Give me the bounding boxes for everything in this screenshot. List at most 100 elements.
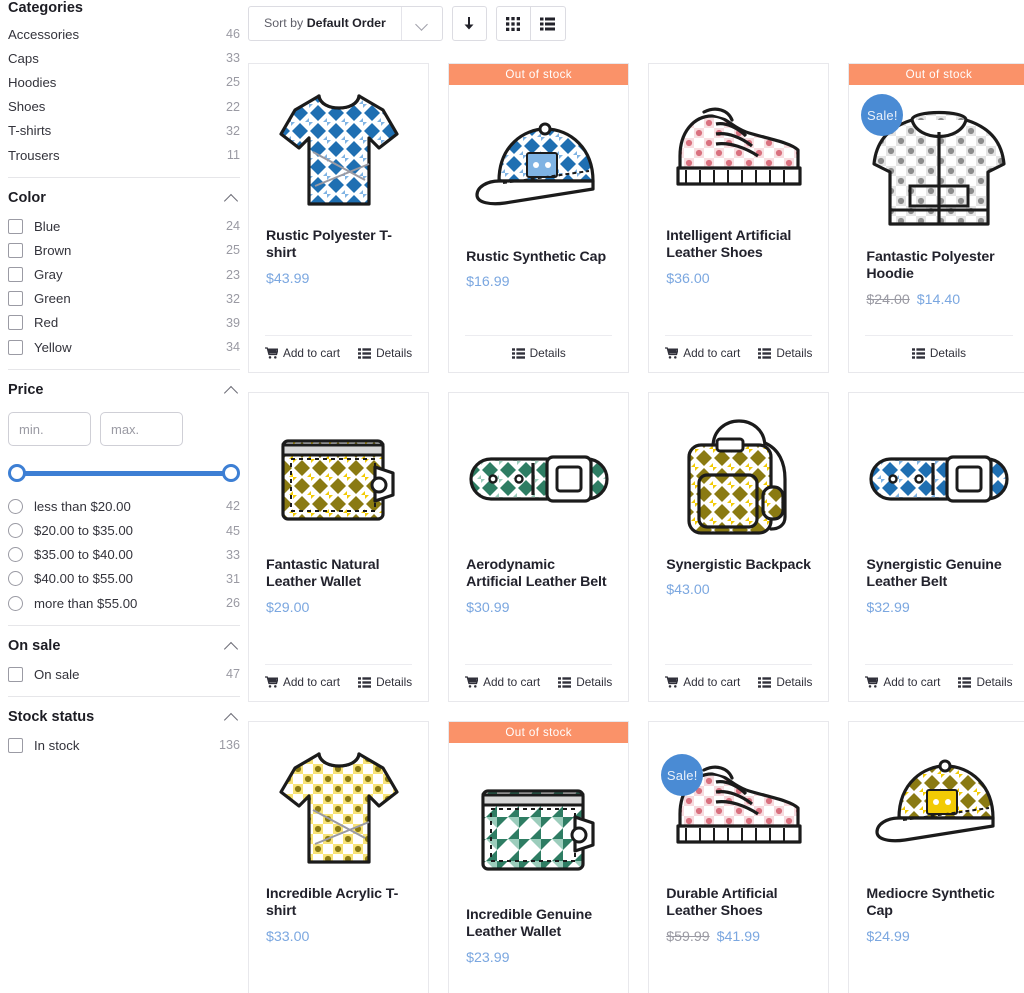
product-image[interactable] xyxy=(249,393,428,553)
sort-direction-button[interactable] xyxy=(451,6,487,41)
category-item-5[interactable]: Trousers 11 xyxy=(8,143,240,167)
checkbox-icon[interactable] xyxy=(8,315,23,331)
color-option-2[interactable]: Gray 23 xyxy=(8,263,240,287)
details-button[interactable]: Details xyxy=(358,675,412,689)
product-name[interactable]: Durable Artificial Leather Shoes xyxy=(666,886,811,921)
product-card[interactable]: Sale! Durable Artificial Leather Shoes $59… xyxy=(648,721,830,993)
price-range-1[interactable]: $20.00 to $35.00 45 xyxy=(8,518,240,542)
color-header[interactable]: Color xyxy=(8,190,240,208)
sort-label[interactable]: Sort by Default Order xyxy=(249,7,401,40)
grid-view-button[interactable] xyxy=(495,6,531,41)
checkbox-icon[interactable] xyxy=(8,291,23,307)
chevron-up-icon[interactable] xyxy=(224,638,240,654)
stock-option-0[interactable]: In stock 136 xyxy=(8,733,240,757)
color-option-4[interactable]: Red 39 xyxy=(8,311,240,335)
details-button[interactable]: Details xyxy=(511,346,566,360)
add-to-cart-button[interactable]: Add to cart xyxy=(265,346,340,360)
radio-icon[interactable] xyxy=(8,523,23,539)
product-card[interactable]: Mediocre Synthetic Cap$24.99Add to cartD… xyxy=(848,721,1024,993)
details-button[interactable]: Details xyxy=(958,675,1013,689)
details-button[interactable]: Details xyxy=(358,346,412,360)
product-name[interactable]: Rustic Polyester T-shirt xyxy=(266,228,411,263)
price-range-0[interactable]: less than $20.00 42 xyxy=(8,494,240,518)
product-name[interactable]: Intelligent Artificial Leather Shoes xyxy=(666,228,811,263)
product-image[interactable] xyxy=(249,722,428,882)
checkbox-icon[interactable] xyxy=(8,242,23,258)
chevron-up-icon[interactable] xyxy=(224,382,240,398)
product-name[interactable]: Fantastic Natural Leather Wallet xyxy=(266,557,411,592)
chevron-down-icon[interactable] xyxy=(400,7,442,40)
product-image[interactable] xyxy=(849,722,1024,882)
color-option-3[interactable]: Green 32 xyxy=(8,287,240,311)
chevron-up-icon[interactable] xyxy=(224,709,240,725)
category-item-1[interactable]: Caps 33 xyxy=(8,46,240,70)
add-to-cart-button[interactable]: Add to cart xyxy=(865,675,940,689)
product-card[interactable]: Incredible Acrylic T-shirt$33.00Add to c… xyxy=(248,721,430,993)
sort-select[interactable]: Sort by Default Order xyxy=(248,6,443,41)
slider-handle-max[interactable] xyxy=(222,464,240,483)
product-image[interactable] xyxy=(449,393,628,553)
product-card[interactable]: Synergistic Genuine Leather Belt $32.99 Ad… xyxy=(848,392,1024,702)
product-name[interactable]: Fantastic Polyester Hoodie xyxy=(866,249,1011,284)
product-name[interactable]: Aerodynamic Artificial Leather Belt xyxy=(466,557,611,592)
radio-icon[interactable] xyxy=(8,571,23,587)
category-item-2[interactable]: Hoodies 25 xyxy=(8,70,240,94)
details-button[interactable]: Details xyxy=(558,675,612,689)
add-to-cart-button[interactable]: Add to cart xyxy=(465,675,540,689)
radio-icon[interactable] xyxy=(8,498,23,514)
radio-icon[interactable] xyxy=(8,547,23,563)
product-name[interactable]: Synergistic Backpack xyxy=(666,557,811,574)
add-to-cart-button[interactable]: Add to cart xyxy=(665,346,740,360)
details-button[interactable]: Details xyxy=(758,675,812,689)
product-image[interactable] xyxy=(849,393,1024,553)
category-item-3[interactable]: Shoes 22 xyxy=(8,95,240,119)
on-sale-header[interactable]: On sale xyxy=(8,638,240,656)
product-card[interactable]: Rustic Polyester T-shirt $43.99 Add to car… xyxy=(248,63,430,373)
chevron-up-icon[interactable] xyxy=(224,190,240,206)
slider-handle-min[interactable] xyxy=(8,464,26,483)
category-item-0[interactable]: Accessories 46 xyxy=(8,22,240,46)
checkbox-icon[interactable] xyxy=(8,737,23,753)
color-option-0[interactable]: Blue 24 xyxy=(8,214,240,238)
product-image[interactable] xyxy=(649,393,828,553)
price-header[interactable]: Price xyxy=(8,382,240,400)
on-sale-option-0[interactable]: On sale 47 xyxy=(8,662,240,686)
product-image[interactable] xyxy=(449,743,628,903)
add-to-cart-button[interactable]: Add to cart xyxy=(265,675,340,689)
price-range-4[interactable]: more than $55.00 26 xyxy=(8,591,240,615)
product-image[interactable] xyxy=(449,85,628,245)
product-card[interactable]: Out of stock Incredible Genuine Leather W… xyxy=(448,721,630,993)
product-card[interactable]: Intelligent Artificial Leather Shoes $36.… xyxy=(648,63,830,373)
product-name[interactable]: Incredible Acrylic T-shirt xyxy=(266,886,411,921)
product-image[interactable] xyxy=(649,722,828,882)
product-image[interactable] xyxy=(249,64,428,224)
details-button[interactable]: Details xyxy=(911,346,966,360)
price-range-slider[interactable] xyxy=(8,460,240,488)
radio-icon[interactable] xyxy=(8,595,23,611)
color-option-1[interactable]: Brown 25 xyxy=(8,238,240,262)
add-to-cart-button[interactable]: Add to cart xyxy=(665,675,740,689)
product-name[interactable]: Mediocre Synthetic Cap xyxy=(866,886,1011,921)
checkbox-icon[interactable] xyxy=(8,267,23,283)
product-name[interactable]: Incredible Genuine Leather Wallet xyxy=(466,907,611,942)
product-card[interactable]: Aerodynamic Artificial Leather Belt $30.9… xyxy=(448,392,630,702)
price-range-2[interactable]: $35.00 to $40.00 33 xyxy=(8,543,240,567)
checkbox-icon[interactable] xyxy=(8,339,23,355)
stock-status-header[interactable]: Stock status xyxy=(8,709,240,727)
checkbox-icon[interactable] xyxy=(8,218,23,234)
product-name[interactable]: Rustic Synthetic Cap xyxy=(466,249,611,266)
product-card[interactable]: Out of stock Rustic Synthetic Cap $16.99 De… xyxy=(448,63,630,373)
product-name[interactable]: Synergistic Genuine Leather Belt xyxy=(866,557,1011,592)
details-button[interactable]: Details xyxy=(758,346,812,360)
checkbox-icon[interactable] xyxy=(8,666,23,682)
price-min-input[interactable] xyxy=(8,412,91,447)
product-card[interactable]: Out of stock Sale! Fantastic Polyester Hoo… xyxy=(848,63,1024,373)
color-option-5[interactable]: Yellow 34 xyxy=(8,335,240,359)
price-range-3[interactable]: $40.00 to $55.00 31 xyxy=(8,567,240,591)
product-image[interactable] xyxy=(649,64,828,224)
price-max-input[interactable] xyxy=(100,412,183,447)
product-card[interactable]: Fantastic Natural Leather Wallet $29.00 Ad… xyxy=(248,392,430,702)
list-view-button[interactable] xyxy=(530,6,566,41)
product-card[interactable]: Synergistic Backpack $43.00 Add to cart Det… xyxy=(648,392,830,702)
category-item-4[interactable]: T-shirts 32 xyxy=(8,119,240,143)
